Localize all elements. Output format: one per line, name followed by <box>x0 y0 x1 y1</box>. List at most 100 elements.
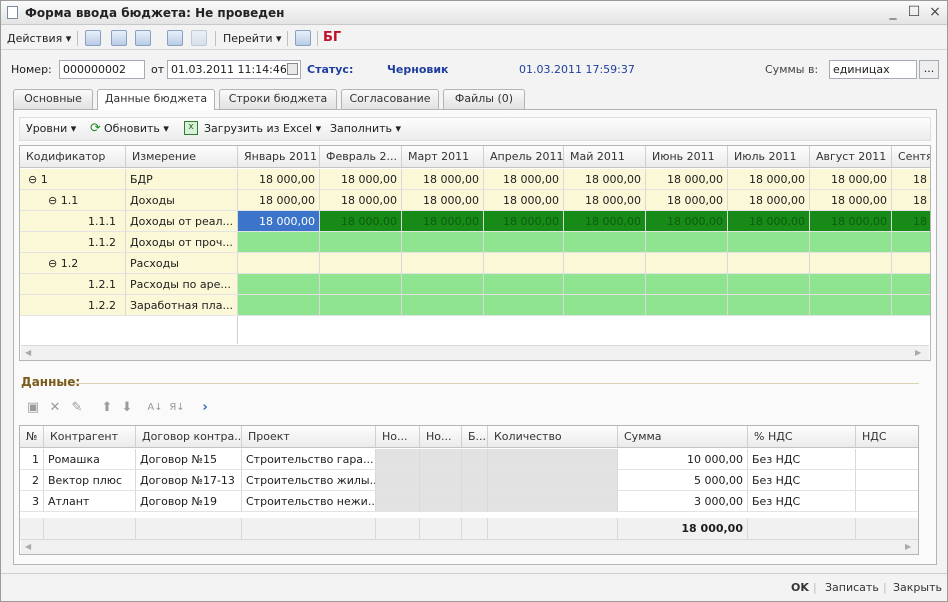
grid-value-cell[interactable] <box>728 274 810 295</box>
grid-value-cell[interactable] <box>564 253 646 274</box>
grid-dimension-cell[interactable]: Доходы от реал... <box>126 211 238 232</box>
add-row-icon[interactable]: ▣ <box>25 399 41 417</box>
grid-value-cell[interactable]: 18 000,00 <box>564 211 646 232</box>
calendar-icon[interactable] <box>287 63 298 75</box>
vat-rate-cell[interactable]: Без НДС <box>748 449 856 470</box>
grid-value-cell[interactable] <box>810 274 892 295</box>
grid-value-cell[interactable] <box>402 295 484 316</box>
data-column-header[interactable]: Количество <box>488 426 618 448</box>
grid-value-cell[interactable] <box>892 232 930 253</box>
print-icon[interactable] <box>191 30 207 46</box>
grid-code-cell[interactable]: 1.2.1 <box>20 274 126 295</box>
grid-value-cell[interactable]: 18 000,00 <box>810 190 892 211</box>
minimize-button[interactable]: _ <box>885 4 901 20</box>
grid-value-cell[interactable] <box>238 295 320 316</box>
b-cell[interactable] <box>462 470 488 491</box>
grid-column-header[interactable]: Январь 2011 <box>238 146 320 168</box>
grid-value-cell[interactable] <box>402 253 484 274</box>
grid-value-cell[interactable]: 18 000,00 <box>484 169 564 190</box>
vat-cell[interactable] <box>856 470 918 491</box>
project-cell[interactable]: Строительство гара... <box>242 449 376 470</box>
vat-rate-cell[interactable]: Без НДС <box>748 491 856 512</box>
close-button[interactable]: × <box>927 4 943 20</box>
row-number[interactable]: 1 <box>20 449 44 470</box>
sum-cell[interactable]: 5 000,00 <box>618 470 748 491</box>
grid-column-header[interactable]: Август 2011 <box>810 146 892 168</box>
project-cell[interactable]: Строительство нежи... <box>242 491 376 512</box>
scroll-right-icon[interactable]: ▶ <box>915 348 921 357</box>
grid-value-cell[interactable]: 18 000,00 <box>402 211 484 232</box>
data-column-header[interactable]: Но... <box>420 426 462 448</box>
data-table[interactable]: № Контрагент Договор контра... Проект Но... Н… <box>19 425 919 555</box>
save-button[interactable]: Записать <box>825 581 879 594</box>
no-cell[interactable] <box>376 449 420 470</box>
grid-value-cell[interactable]: 18 000,00 <box>320 169 402 190</box>
grid-value-cell[interactable] <box>484 253 564 274</box>
grid-code-cell[interactable]: ⊖ 1 <box>20 169 126 190</box>
no-cell[interactable] <box>420 491 462 512</box>
budget-grid[interactable]: Кодификатор Измерение Январь 2011 Февраль 2… <box>19 145 931 361</box>
grid-column-header[interactable]: Июль 2011 <box>728 146 810 168</box>
grid-column-header[interactable]: Измерение <box>126 146 238 168</box>
levels-menu[interactable]: Уровни ▾ <box>26 122 76 135</box>
refresh-menu[interactable]: Обновить ▾ <box>104 122 169 135</box>
counterparty-cell[interactable]: Ромашка <box>44 449 136 470</box>
move-down-icon[interactable]: ⬇ <box>119 399 135 417</box>
quantity-cell[interactable] <box>488 449 618 470</box>
row-number[interactable]: 2 <box>20 470 44 491</box>
grid-value-cell[interactable] <box>564 295 646 316</box>
grid-value-cell[interactable] <box>728 253 810 274</box>
tab-budget-lines[interactable]: Строки бюджета <box>219 89 337 109</box>
grid-value-cell[interactable] <box>646 274 728 295</box>
grid-value-cell[interactable] <box>484 295 564 316</box>
grid-value-cell[interactable] <box>810 295 892 316</box>
grid-column-header[interactable]: Кодификатор <box>20 146 126 168</box>
scroll-left-icon[interactable]: ◀ <box>25 348 31 357</box>
grid-value-cell[interactable] <box>646 253 728 274</box>
grid-value-cell[interactable] <box>238 232 320 253</box>
no-cell[interactable] <box>420 470 462 491</box>
grid-dimension-cell[interactable]: Заработная пла... <box>126 295 238 316</box>
grid-value-cell[interactable]: 18 000,00 <box>238 211 320 232</box>
grid-value-cell[interactable] <box>810 253 892 274</box>
row-number[interactable]: 3 <box>20 491 44 512</box>
contract-cell[interactable]: Договор №17-13 <box>136 470 242 491</box>
grid-value-cell[interactable]: 18 <box>892 211 930 232</box>
grid-code-cell[interactable]: 1.1.1 <box>20 211 126 232</box>
data-column-header[interactable]: Контрагент <box>44 426 136 448</box>
quantity-cell[interactable] <box>488 491 618 512</box>
grid-column-header[interactable]: Июнь 2011 <box>646 146 728 168</box>
tab-approval[interactable]: Согласование <box>341 89 439 109</box>
grid-dimension-cell[interactable]: Доходы от проч... <box>126 232 238 253</box>
grid-value-cell[interactable] <box>646 232 728 253</box>
grid-value-cell[interactable]: 18 000,00 <box>320 190 402 211</box>
grid-value-cell[interactable] <box>646 295 728 316</box>
data-column-header[interactable]: % НДС <box>748 426 856 448</box>
grid-value-cell[interactable]: 18 000,00 <box>646 169 728 190</box>
actions-menu[interactable]: Действия ▾ <box>7 32 71 45</box>
no-cell[interactable] <box>420 449 462 470</box>
grid-value-cell[interactable]: 18 000,00 <box>402 190 484 211</box>
grid-column-header[interactable]: Май 2011 <box>564 146 646 168</box>
grid-value-cell[interactable] <box>484 274 564 295</box>
grid-dimension-cell[interactable]: Расходы по аре... <box>126 274 238 295</box>
grid-value-cell[interactable] <box>402 232 484 253</box>
grid-value-cell[interactable] <box>892 253 930 274</box>
fill-menu[interactable]: Заполнить ▾ <box>330 122 401 135</box>
grid-value-cell[interactable] <box>564 232 646 253</box>
grid-value-cell[interactable]: 18 000,00 <box>728 190 810 211</box>
grid-value-cell[interactable]: 18 000,00 <box>728 169 810 190</box>
counterparty-cell[interactable]: Атлант <box>44 491 136 512</box>
grid-column-header[interactable]: Апрель 2011 <box>484 146 564 168</box>
contract-cell[interactable]: Договор №15 <box>136 449 242 470</box>
grid-value-cell[interactable]: 18 000,00 <box>484 211 564 232</box>
data-column-header[interactable]: Договор контра... <box>136 426 242 448</box>
grid-value-cell[interactable]: 18 000,00 <box>402 169 484 190</box>
data-column-header[interactable]: Сумма <box>618 426 748 448</box>
grid-value-cell[interactable]: 18 000,00 <box>810 169 892 190</box>
grid-value-cell[interactable] <box>402 274 484 295</box>
project-cell[interactable]: Строительство жилы... <box>242 470 376 491</box>
grid-column-header[interactable]: Март 2011 <box>402 146 484 168</box>
grid-column-header[interactable]: Февраль 2... <box>320 146 402 168</box>
grid-value-cell[interactable]: 18 000,00 <box>320 211 402 232</box>
